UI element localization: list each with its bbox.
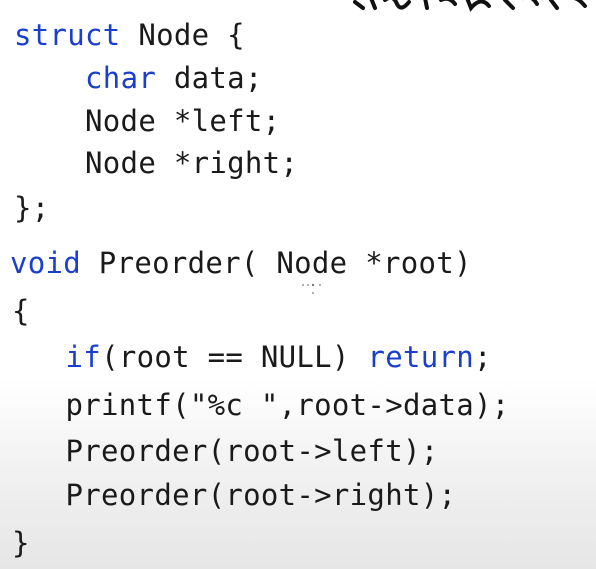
code-line-5: }; [14,191,50,225]
keyword-void: void [10,246,82,280]
code-text: ; [474,340,492,374]
code-text: Preorder( Node *root) [81,246,472,280]
code-line-4: Node *right; [14,146,299,180]
code-line-2: char data; [14,60,263,96]
code-text: Node { [120,18,245,52]
keyword-struct: struct [14,18,121,52]
keyword-if: if [65,340,102,374]
handwriting-scribble [353,0,587,12]
cursor-dots [302,283,321,294]
keyword-return: return [367,340,475,374]
keyword-char: char [85,61,157,95]
code-line-11: Preorder(root->right); [30,478,457,512]
code-slide: struct Node { char data; Node *left; Nod… [0,0,596,569]
code-text: data; [156,61,263,95]
code-line-3: Node *left; [14,104,281,138]
code-line-12: } [12,526,30,560]
code-text: (root == NULL) [101,340,368,374]
code-line-1: struct Node { [14,17,245,53]
code-line-7: { [12,294,30,328]
code-line-8: if(root == NULL) return; [30,339,492,375]
code-line-6: void Preorder( Node *root) [10,245,472,281]
code-line-10: Preorder(root->left); [30,434,439,468]
code-line-9: printf("%c ",root->data); [30,388,510,422]
